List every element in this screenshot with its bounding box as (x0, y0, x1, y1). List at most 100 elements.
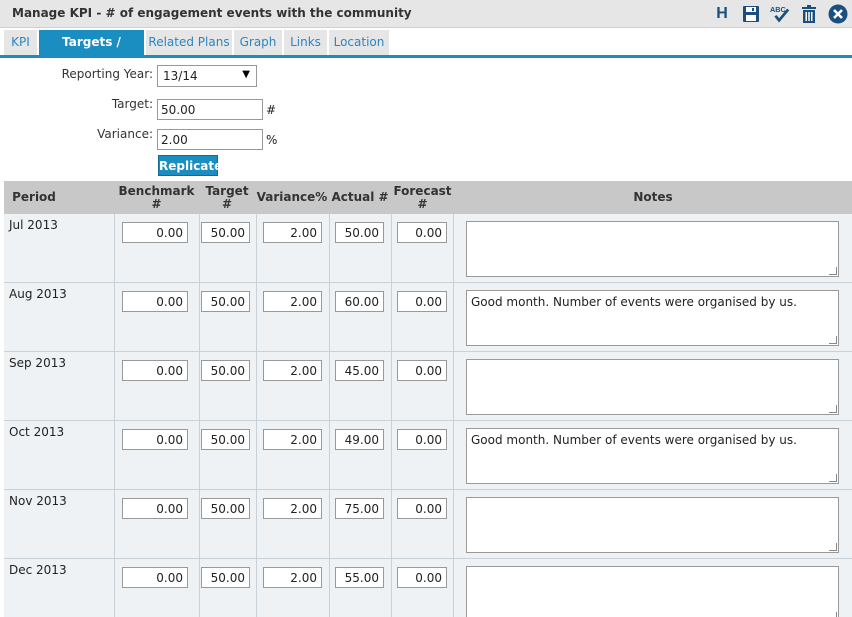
variance-cell-input[interactable]: 2.00 (263, 567, 322, 588)
close-icon[interactable] (828, 4, 848, 24)
reporting-year-label: Reporting Year: (61, 67, 153, 81)
header-forecast: Forecast # (392, 185, 453, 211)
column-divider (199, 214, 200, 283)
variance-cell-input[interactable]: 2.00 (263, 222, 322, 243)
variance-input[interactable]: 2.00 (157, 129, 263, 150)
tab-location[interactable]: Location (329, 30, 390, 55)
tab-related-plans[interactable]: Related Plans (146, 30, 233, 55)
column-divider (391, 352, 392, 421)
resize-grip-icon[interactable] (829, 474, 837, 482)
header-forecast-unit: # (417, 197, 428, 211)
table-row: Sep 2013 0.00 50.00 2.00 45.00 0.00 (4, 352, 852, 421)
actual-input[interactable]: 55.00 (335, 567, 384, 588)
column-divider (453, 214, 454, 283)
target-input[interactable]: 50.00 (157, 99, 263, 120)
table-row: Jul 2013 0.00 50.00 2.00 50.00 0.00 (4, 214, 852, 283)
variance-cell-input[interactable]: 2.00 (263, 498, 322, 519)
column-divider (199, 490, 200, 559)
window-title: Manage KPI - # of engagement events with… (12, 6, 412, 20)
resize-grip-icon[interactable] (829, 543, 837, 551)
benchmark-input[interactable]: 0.00 (122, 498, 188, 519)
actual-input[interactable]: 49.00 (335, 429, 384, 450)
column-divider (199, 421, 200, 490)
notes-textarea[interactable] (466, 359, 839, 415)
column-divider (391, 490, 392, 559)
forecast-input[interactable]: 0.00 (397, 291, 447, 312)
variance-cell-input[interactable]: 2.00 (263, 429, 322, 450)
target-cell-input[interactable]: 50.00 (201, 222, 250, 243)
resize-grip-icon[interactable] (829, 267, 837, 275)
column-divider (256, 490, 257, 559)
column-divider (199, 283, 200, 352)
notes-textarea[interactable] (466, 497, 839, 553)
reporting-year-select[interactable]: 13/14 ▼ (157, 65, 257, 87)
actual-input[interactable]: 60.00 (335, 291, 384, 312)
target-cell-input[interactable]: 50.00 (201, 429, 250, 450)
column-divider (453, 559, 454, 617)
forecast-input[interactable]: 0.00 (397, 429, 447, 450)
notes-textarea[interactable]: Good month. Number of events were organi… (466, 428, 839, 484)
column-divider (391, 283, 392, 352)
column-divider (453, 490, 454, 559)
target-label: Target: (111, 97, 153, 111)
variance-cell-input[interactable]: 2.00 (263, 291, 322, 312)
benchmark-input[interactable]: 0.00 (122, 222, 188, 243)
notes-textarea[interactable] (466, 566, 839, 617)
column-divider (329, 352, 330, 421)
period-label: Oct 2013 (9, 425, 65, 439)
actual-input[interactable]: 50.00 (335, 222, 384, 243)
tab-bar: KPI Targets / Actuals Related Plans Grap… (0, 30, 852, 74)
actual-input[interactable]: 75.00 (335, 498, 384, 519)
column-divider (256, 421, 257, 490)
resize-grip-icon[interactable] (829, 405, 837, 413)
header-actual: Actual # (331, 190, 389, 204)
tab-targets-actuals[interactable]: Targets / Actuals (39, 30, 145, 74)
replicate-button[interactable]: Replicate (158, 155, 222, 176)
column-divider (453, 283, 454, 352)
benchmark-input[interactable]: 0.00 (122, 567, 188, 588)
column-divider (329, 283, 330, 352)
target-cell-input[interactable]: 50.00 (201, 360, 250, 381)
targets-grid: Period Benchmark # Target # Variance% Ac… (4, 181, 852, 617)
spellcheck-icon[interactable]: ABC (770, 4, 790, 24)
forecast-input[interactable]: 0.00 (397, 498, 447, 519)
column-divider (329, 214, 330, 283)
resize-grip-icon[interactable] (829, 612, 837, 617)
column-divider (199, 352, 200, 421)
actual-input[interactable]: 45.00 (335, 360, 384, 381)
column-divider (114, 214, 115, 283)
column-divider (114, 283, 115, 352)
header-target: Target # (199, 185, 255, 211)
column-divider (391, 421, 392, 490)
table-row: Oct 2013 0.00 50.00 2.00 49.00 0.00 Good… (4, 421, 852, 490)
target-cell-input[interactable]: 50.00 (201, 498, 250, 519)
tab-graph[interactable]: Graph (234, 30, 283, 55)
column-divider (256, 283, 257, 352)
column-divider (329, 559, 330, 617)
column-divider (256, 352, 257, 421)
column-divider (391, 559, 392, 617)
forecast-input[interactable]: 0.00 (397, 222, 447, 243)
column-divider (453, 352, 454, 421)
delete-icon[interactable] (799, 4, 819, 24)
benchmark-input[interactable]: 0.00 (122, 429, 188, 450)
heading-icon[interactable]: H (712, 4, 732, 24)
tab-kpi[interactable]: KPI (4, 30, 38, 55)
resize-grip-icon[interactable] (829, 336, 837, 344)
variance-cell-input[interactable]: 2.00 (263, 360, 322, 381)
column-divider (114, 490, 115, 559)
header-period: Period (12, 190, 56, 204)
benchmark-input[interactable]: 0.00 (122, 291, 188, 312)
period-label: Dec 2013 (9, 563, 67, 577)
tab-links[interactable]: Links (284, 30, 328, 55)
notes-textarea[interactable] (466, 221, 839, 277)
notes-textarea[interactable]: Good month. Number of events were organi… (466, 290, 839, 346)
forecast-input[interactable]: 0.00 (397, 567, 447, 588)
forecast-input[interactable]: 0.00 (397, 360, 447, 381)
column-divider (199, 559, 200, 617)
variance-unit: % (266, 133, 278, 147)
save-icon[interactable] (741, 4, 761, 24)
target-cell-input[interactable]: 50.00 (201, 567, 250, 588)
target-cell-input[interactable]: 50.00 (201, 291, 250, 312)
benchmark-input[interactable]: 0.00 (122, 360, 188, 381)
